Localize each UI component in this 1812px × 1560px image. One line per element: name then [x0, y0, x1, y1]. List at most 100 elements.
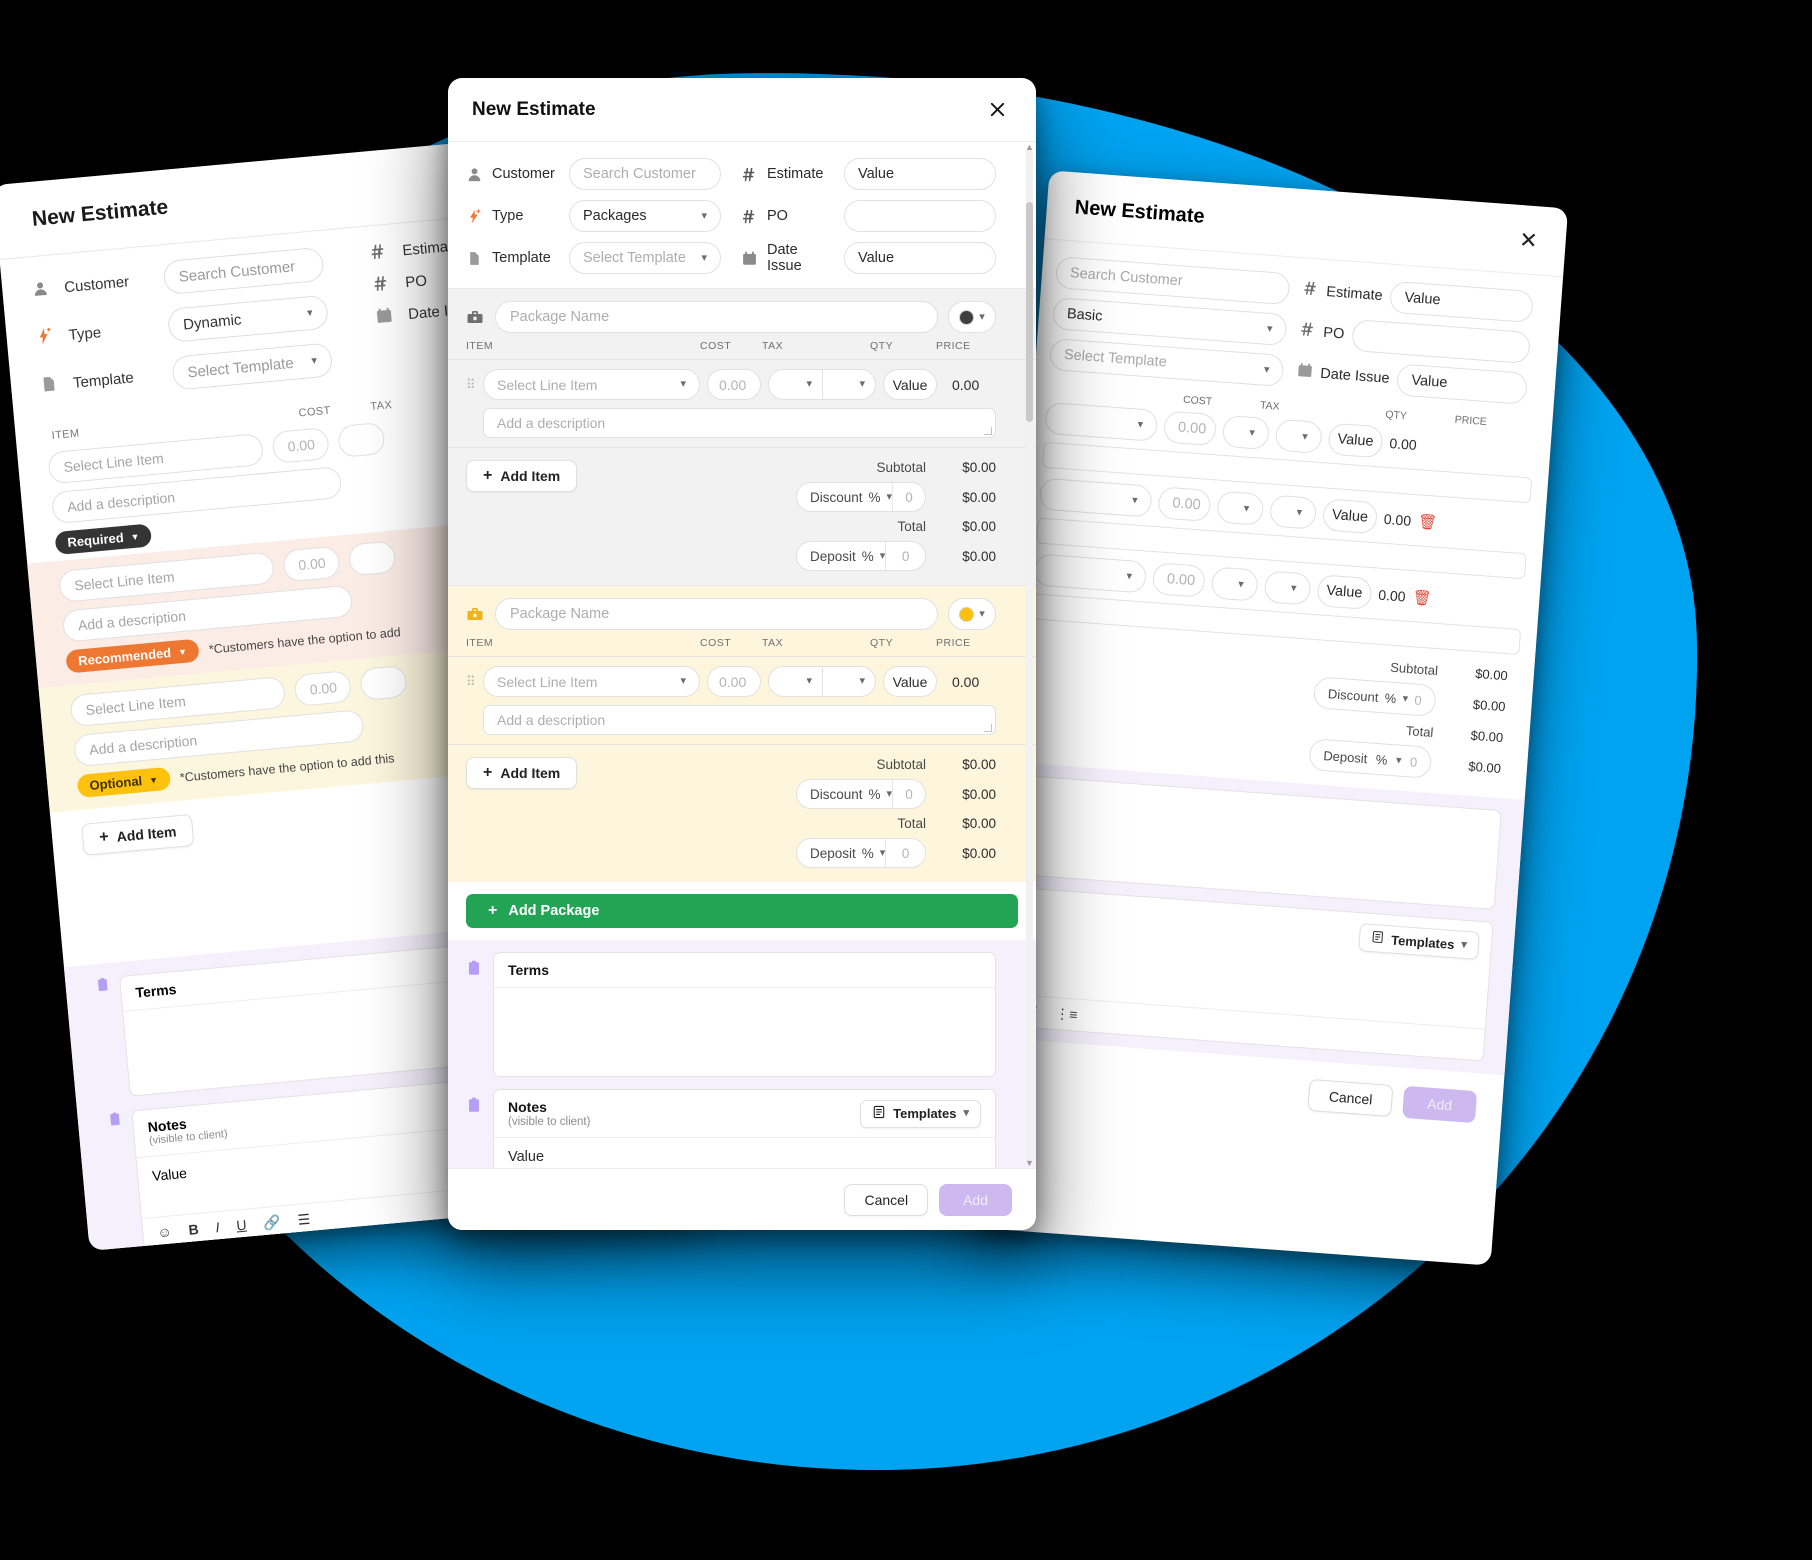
deposit-value-input[interactable]: 0 — [885, 542, 925, 570]
link-icon[interactable]: 🔗 — [263, 1213, 282, 1232]
right-card-item-select[interactable]: ▾ — [1044, 401, 1159, 442]
deposit-value[interactable]: 0 — [1409, 754, 1417, 769]
field-po[interactable]: PO — [741, 200, 996, 232]
field-type[interactable]: Type Packages ▾ — [466, 200, 721, 232]
tax-select-1[interactable]: ▾ — [769, 667, 822, 696]
left-card-select-template[interactable]: Select Template ▾ — [171, 342, 334, 391]
terms-panel[interactable]: Terms — [493, 952, 996, 1077]
line-item-description-input[interactable]: Add a description — [483, 408, 996, 438]
package-1-color-select[interactable]: ▾ — [948, 301, 996, 333]
field-date-issue[interactable]: Date Issue Value — [741, 242, 996, 274]
drag-handle-icon[interactable]: ⠿ — [466, 378, 476, 391]
line-item-select[interactable]: Select Line Item ▾ — [483, 666, 700, 697]
ordered-list-icon[interactable]: ⋮≡ — [1055, 1005, 1078, 1024]
estimate-number-input[interactable]: Value — [844, 158, 996, 190]
discount-control[interactable]: Discount % ▾ 0 — [796, 779, 926, 809]
left-card-cost[interactable]: 0.00 — [293, 669, 353, 707]
right-card-type-select[interactable]: Basic ▾ — [1051, 297, 1288, 347]
discount-value-input[interactable]: 0 — [892, 483, 925, 511]
scroll-up-arrow[interactable]: ▲ — [1025, 142, 1034, 152]
search-customer-input[interactable]: Search Customer — [569, 158, 721, 190]
right-card-cost[interactable]: 0.00 — [1162, 410, 1218, 447]
package-2-line-item[interactable]: ⠿ Select Line Item ▾ 0.00 ▾ ▾ Value 0.00… — [448, 657, 1036, 745]
delete-icon[interactable]: 🗑 — [1417, 512, 1437, 531]
right-card-tax-1[interactable]: ▾ — [1210, 566, 1259, 602]
line-item-cost-input[interactable]: 0.00 — [707, 369, 761, 400]
right-card-customer-input[interactable]: Search Customer — [1054, 256, 1291, 306]
po-input[interactable] — [844, 200, 996, 232]
date-issue-input[interactable]: Value — [844, 242, 996, 274]
field-template[interactable]: Template Select Template ▾ — [466, 242, 721, 274]
close-icon[interactable] — [982, 95, 1012, 125]
left-card-tax[interactable] — [359, 664, 408, 701]
deposit-value-input[interactable]: 0 — [885, 839, 925, 867]
right-card-item-select[interactable]: ▾ — [1038, 477, 1153, 518]
line-item-tax-group[interactable]: ▾ ▾ — [768, 369, 876, 400]
line-item-cost-input[interactable]: 0.00 — [707, 666, 761, 697]
bullet-list-icon[interactable]: ☰ — [297, 1211, 311, 1229]
right-card-terms-panel[interactable] — [1019, 775, 1502, 910]
status-badge-optional[interactable]: Optional ▼ — [76, 766, 171, 799]
left-card-add-item-button[interactable]: + Add Item — [81, 813, 195, 856]
right-card-po-input[interactable] — [1351, 319, 1531, 364]
right-card-discount-control[interactable]: Discount % ▾ 0 — [1312, 676, 1437, 718]
tax-select-1[interactable]: ▾ — [769, 370, 822, 399]
discount-control[interactable]: Discount % ▾ 0 — [796, 482, 926, 512]
right-card-item-select[interactable]: ▾ — [1033, 553, 1148, 594]
right-card-qty[interactable]: Value — [1321, 498, 1379, 535]
status-badge-required[interactable]: Required ▼ — [54, 523, 153, 556]
modal-body[interactable]: ▲ ▼ Customer Search Customer Estimate Va… — [448, 142, 1036, 1168]
add-package-button[interactable]: + Add Package — [466, 894, 1018, 928]
left-card-tax[interactable] — [337, 421, 386, 458]
field-estimate[interactable]: Estimate Value — [741, 158, 996, 190]
underline-icon[interactable]: U — [236, 1217, 248, 1235]
line-item-tax-group[interactable]: ▾ ▾ — [768, 666, 876, 697]
right-card-tax-1[interactable]: ▾ — [1216, 490, 1265, 526]
new-estimate-modal[interactable]: New Estimate ▲ ▼ Customer Search Custome… — [448, 78, 1036, 1230]
line-item-select[interactable]: Select Line Item ▾ — [483, 369, 700, 400]
cancel-button[interactable]: Cancel — [844, 1183, 929, 1216]
package-1-name-input[interactable]: Package Name — [495, 301, 938, 333]
add-item-button[interactable]: + Add Item — [466, 757, 578, 789]
line-item-qty-input[interactable]: Value — [883, 369, 937, 400]
right-card-templates-button[interactable]: Templates ▾ — [1358, 923, 1480, 960]
notes-panel[interactable]: Notes (visible to client) Templates ▾ Va… — [493, 1089, 996, 1168]
resize-handle[interactable] — [984, 427, 992, 435]
right-card-qty[interactable]: Value — [1316, 574, 1373, 611]
left-card-tax[interactable] — [347, 540, 397, 577]
right-card-tax-1[interactable]: ▾ — [1221, 414, 1270, 451]
delete-icon[interactable]: 🗑 — [1412, 588, 1432, 607]
discount-value[interactable]: 0 — [1414, 692, 1422, 707]
package-1-line-item[interactable]: ⠿ Select Line Item ▾ 0.00 ▾ ▾ Value 0.00… — [448, 360, 1036, 448]
package-block-2[interactable]: Package Name ▾ ITEM COST TAX QTY PRICE ⠿… — [448, 585, 1036, 882]
drag-handle-icon[interactable]: ⠿ — [466, 675, 476, 688]
package-block-1[interactable]: Package Name ▾ ITEM COST TAX QTY PRICE ⠿… — [448, 288, 1036, 585]
right-card-tax-2[interactable]: ▾ — [1274, 418, 1323, 454]
background-card-basic-estimate[interactable]: New Estimate ✕ Search Customer Basic ▾ S… — [971, 170, 1569, 1266]
left-card-cost[interactable]: 0.00 — [282, 545, 341, 583]
tax-select-2[interactable]: ▾ — [822, 667, 875, 696]
deposit-control[interactable]: Deposit % ▾ 0 — [796, 541, 926, 571]
templates-button[interactable]: Templates ▾ — [860, 1099, 981, 1128]
discount-value-input[interactable]: 0 — [892, 780, 925, 808]
right-card-qty[interactable]: Value — [1327, 422, 1384, 459]
right-card-tax-2[interactable]: ▾ — [1263, 570, 1312, 606]
package-2-color-select[interactable]: ▾ — [948, 598, 996, 630]
status-badge-recommended[interactable]: Recommended ▼ — [65, 638, 200, 674]
right-card-tax-2[interactable]: ▾ — [1269, 494, 1318, 530]
deposit-control[interactable]: Deposit % ▾ 0 — [796, 838, 926, 868]
right-card-deposit-control[interactable]: Deposit % ▾ 0 — [1308, 738, 1433, 779]
right-card-cost[interactable]: 0.00 — [1157, 486, 1212, 523]
right-card-estimate-input[interactable]: Value — [1389, 280, 1534, 324]
italic-icon[interactable]: I — [215, 1219, 220, 1236]
line-item-description-input[interactable]: Add a description — [483, 705, 996, 735]
right-card-add-button[interactable]: Add — [1402, 1085, 1478, 1124]
bold-icon[interactable]: B — [188, 1221, 200, 1239]
terms-textarea[interactable] — [494, 988, 995, 1076]
right-card-cancel-button[interactable]: Cancel — [1307, 1078, 1394, 1117]
line-item-qty-input[interactable]: Value — [883, 666, 937, 697]
close-icon[interactable]: ✕ — [1518, 227, 1538, 254]
notes-textarea[interactable]: Value — [494, 1138, 995, 1168]
field-customer[interactable]: Customer Search Customer — [466, 158, 721, 190]
type-select[interactable]: Packages ▾ — [569, 200, 721, 232]
